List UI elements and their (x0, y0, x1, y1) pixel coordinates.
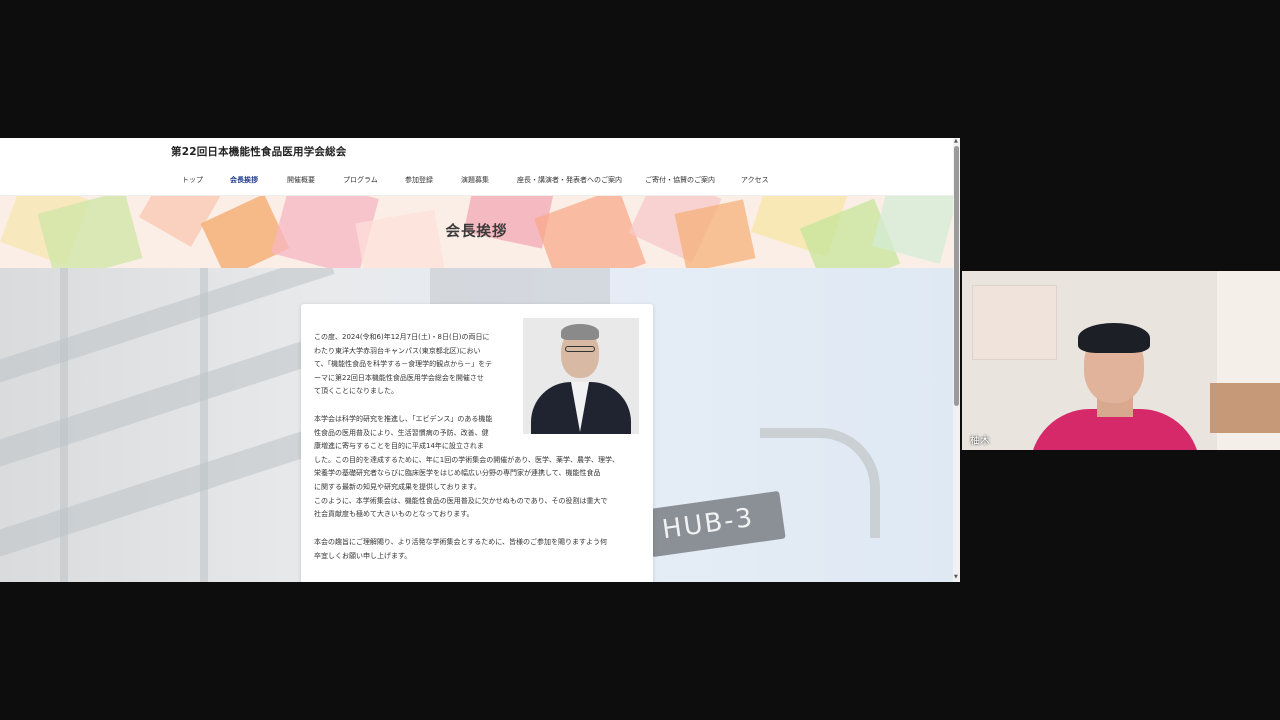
greeting-paragraph-2: 本学会は科学的研究を推進し、「エビデンス」のある機能 性食品の医用普及により、生… (314, 415, 619, 519)
nav-item-overview[interactable]: 開催概要 (287, 175, 315, 185)
hub-sign: HUB-3 (645, 490, 786, 558)
video-wall-shelf (972, 285, 1057, 360)
site-title[interactable]: 第22回日本機能性食品医用学会総会 (171, 144, 347, 159)
participant-video-tile[interactable]: 柚木 (962, 271, 1280, 450)
site-header: 第22回日本機能性食品医用学会総会 トップ 会長挨拶 開催概要 プログラム 参加… (0, 138, 953, 196)
nav-item-abstracts[interactable]: 演題募集 (461, 175, 489, 185)
page-hero-banner: 会長挨拶 (0, 196, 953, 268)
meeting-stage: 第22回日本機能性食品医用学会総会 トップ 会長挨拶 開催概要 プログラム 参加… (0, 0, 1280, 720)
nav-item-top[interactable]: トップ (182, 175, 203, 185)
scroll-down-arrow-icon[interactable]: ▼ (954, 574, 958, 580)
nav-item-speakers[interactable]: 座長・講演者・発表者へのご案内 (517, 175, 622, 185)
scroll-thumb[interactable] (954, 146, 959, 406)
greeting-paragraph-3: 本会の趣旨にご理解賜り、より活発な学術集会とするために、皆様のご参加を賜りますよ… (314, 538, 608, 560)
nav-item-donation[interactable]: ご寄付・協賛のご案内 (645, 175, 715, 185)
page-scrollbar[interactable]: ▲ ▼ (953, 138, 960, 582)
nav-item-access[interactable]: アクセス (741, 175, 769, 185)
nav-item-program[interactable]: プログラム (343, 175, 378, 185)
nav-item-registration[interactable]: 参加登録 (405, 175, 433, 185)
scroll-up-arrow-icon[interactable]: ▲ (954, 138, 958, 144)
participant-name: 柚木 (970, 436, 990, 447)
greeting-card: この度、2024(令和6)年12月7日(土)・8日(日)の両日に わたり東洋大学… (301, 304, 653, 582)
hub-sign-text: HUB-3 (660, 502, 756, 546)
page-title: 会長挨拶 (445, 224, 508, 240)
greeting-paragraph-1: この度、2024(令和6)年12月7日(土)・8日(日)の両日に わたり東洋大学… (314, 333, 493, 396)
nav-item-greeting[interactable]: 会長挨拶 (230, 175, 258, 185)
shared-screen: 第22回日本機能性食品医用学会総会 トップ 会長挨拶 開催概要 プログラム 参加… (0, 138, 960, 582)
